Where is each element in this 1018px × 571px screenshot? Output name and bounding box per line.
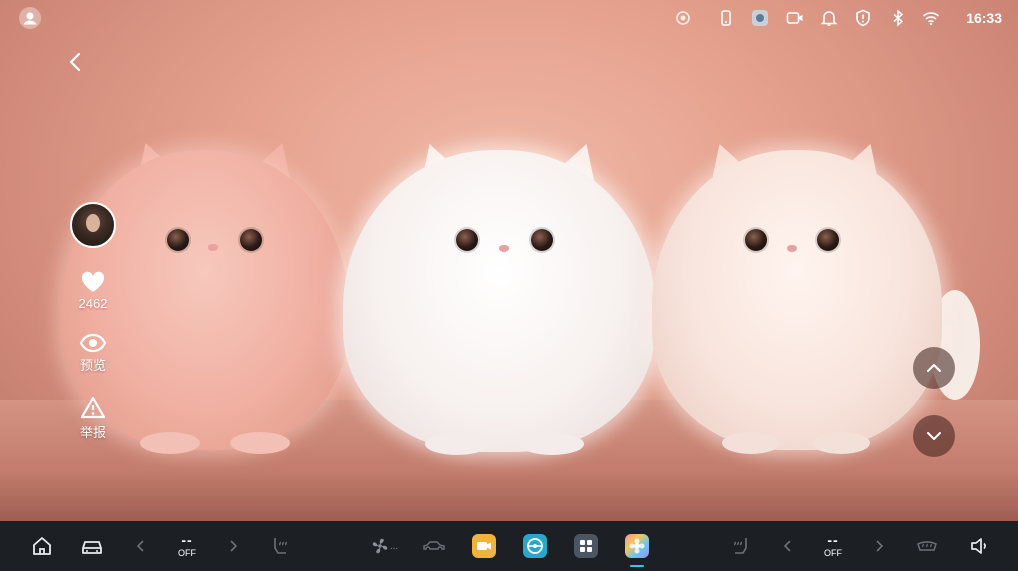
right-temperature[interactable]: -- OFF	[815, 533, 851, 559]
bell-icon[interactable]	[820, 9, 838, 27]
left-temp-increase[interactable]	[220, 533, 246, 559]
cat-paw	[812, 432, 870, 454]
cat-paw	[722, 432, 780, 454]
cat-body	[652, 150, 942, 450]
camera-360-icon	[477, 542, 491, 550]
active-app-indicator	[630, 565, 644, 567]
chevron-left-icon	[136, 540, 144, 552]
left-temperature[interactable]: -- OFF	[169, 533, 205, 559]
car-icon	[82, 541, 102, 554]
bluetooth-icon[interactable]	[889, 9, 907, 27]
cat-paw	[230, 432, 290, 454]
seat-heat-icon	[734, 538, 747, 554]
avatar-face	[86, 214, 100, 232]
cat-eye	[167, 229, 189, 251]
seat-heat-icon	[274, 538, 287, 554]
chevron-up-icon	[927, 364, 941, 372]
status-bar: 16:33	[0, 0, 1018, 36]
car-mode-button[interactable]	[421, 533, 447, 559]
chevron-down-icon	[927, 432, 941, 440]
report-button[interactable]: 举报	[70, 396, 116, 441]
cat-paw	[140, 432, 200, 454]
car-side-icon	[423, 541, 445, 550]
preview-button[interactable]: 预览	[70, 333, 116, 374]
like-button[interactable]: 2462	[70, 270, 116, 311]
car-button[interactable]	[79, 533, 105, 559]
wallpaper-app[interactable]	[625, 534, 649, 558]
left-temp-state: OFF	[178, 548, 196, 558]
home-icon	[33, 537, 51, 555]
shield-icon[interactable]	[854, 9, 872, 27]
fan-icon	[372, 538, 388, 554]
cat-nose	[208, 244, 218, 251]
bottom-dock: -- OFF ... -- OFF	[0, 521, 1018, 571]
heart-icon	[81, 271, 105, 292]
chevron-left-icon	[69, 52, 81, 72]
chevron-right-icon	[230, 540, 238, 552]
author-avatar[interactable]	[70, 202, 116, 248]
user-icon[interactable]	[19, 7, 41, 29]
cat-eye	[817, 229, 839, 251]
assistant-icon[interactable]	[674, 9, 692, 27]
chevron-left-icon	[783, 540, 791, 552]
defrost-icon	[917, 541, 937, 551]
cat-eye	[456, 229, 478, 251]
left-temp-decrease[interactable]	[128, 533, 154, 559]
next-wallpaper-button[interactable]	[913, 415, 955, 457]
cat-eye	[745, 229, 767, 251]
like-count: 2462	[78, 296, 108, 311]
eye-icon	[79, 333, 107, 353]
left-seat-heat-button[interactable]	[268, 533, 294, 559]
preview-label: 预览	[79, 358, 106, 373]
cat-nose	[787, 245, 797, 252]
flower-icon	[629, 538, 645, 554]
dashcam-icon[interactable]	[786, 9, 804, 27]
right-seat-heat-button[interactable]	[727, 533, 753, 559]
fan-button[interactable]: ...	[368, 533, 400, 559]
camera-360-app[interactable]	[472, 534, 496, 558]
cat-paw	[520, 433, 584, 455]
cat-body	[343, 150, 655, 452]
cat-paw	[425, 433, 489, 455]
apps-grid-button[interactable]	[574, 534, 598, 558]
back-button[interactable]	[64, 50, 88, 74]
defrost-button[interactable]	[914, 533, 940, 559]
warning-icon	[80, 396, 106, 419]
previous-wallpaper-button[interactable]	[913, 347, 955, 389]
right-temp-value: --	[827, 532, 839, 548]
fan-level: ...	[389, 540, 399, 552]
right-temp-decrease[interactable]	[775, 533, 801, 559]
right-temp-state: OFF	[824, 548, 842, 558]
steering-wheel-icon	[527, 538, 543, 554]
wifi-icon[interactable]	[922, 9, 940, 27]
report-label: 举报	[79, 425, 106, 440]
steering-app[interactable]	[523, 534, 547, 558]
clock: 16:33	[966, 10, 1002, 26]
phone-icon[interactable]	[717, 9, 735, 27]
volume-button[interactable]	[966, 533, 992, 559]
apps-grid-icon	[580, 540, 592, 552]
speaker-icon	[971, 538, 986, 554]
chevron-right-icon	[876, 540, 884, 552]
cat-eye	[240, 229, 262, 251]
camera-app-icon[interactable]	[751, 9, 769, 27]
home-button[interactable]	[29, 533, 55, 559]
cat-eye	[531, 229, 553, 251]
left-temp-value: --	[181, 532, 193, 548]
side-actions: 2462 预览 举报	[70, 202, 116, 441]
right-temp-increase[interactable]	[866, 533, 892, 559]
cat-nose	[499, 245, 509, 252]
wallpaper-image	[0, 0, 1018, 521]
